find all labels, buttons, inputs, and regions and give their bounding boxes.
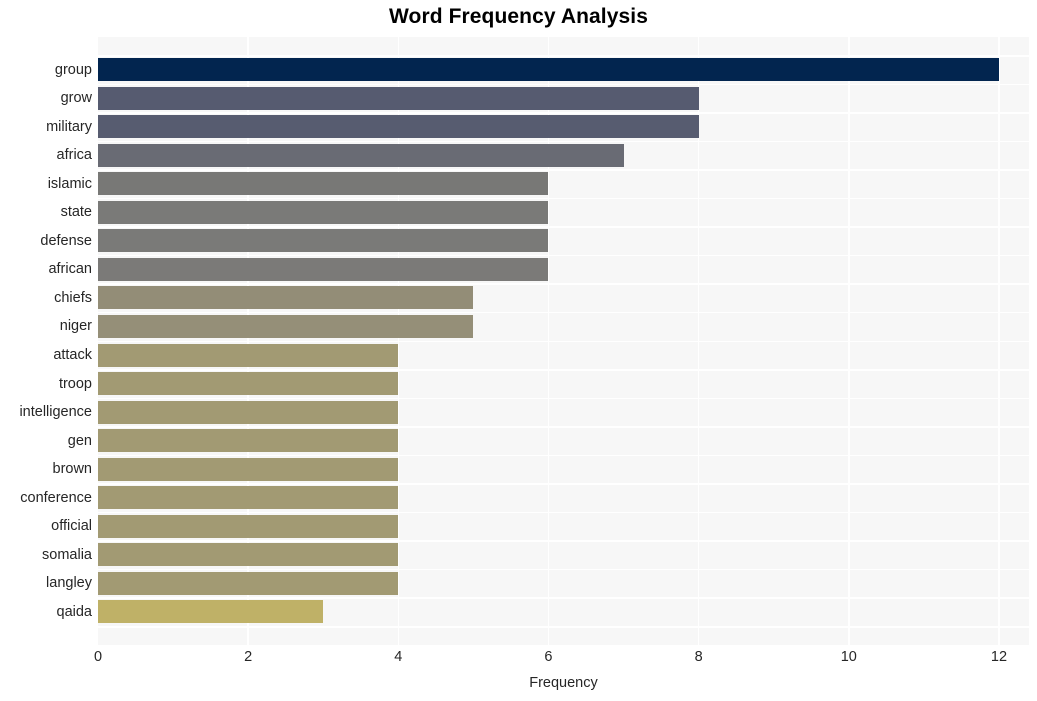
y-tick-label-state: state [60, 204, 92, 221]
x-axis-title: Frequency [529, 675, 598, 691]
y-tick-label-somalia: somalia [42, 546, 92, 563]
row-gridline [98, 483, 1029, 485]
bar-conference[interactable] [98, 486, 399, 510]
x-tick-label-12: 12 [990, 649, 1008, 665]
y-axis-tick-labels: group grow military africa islamic state defen… [0, 37, 92, 645]
row-gridline [98, 397, 1029, 400]
x-tick-label-0: 0 [93, 649, 103, 665]
y-tick-label-african: african [48, 261, 92, 278]
bar-group[interactable] [98, 58, 999, 81]
x-tick-label-10: 10 [840, 649, 857, 665]
row-gridline [98, 626, 1029, 628]
y-tick-label-langley: langley [46, 575, 92, 592]
x-tick-label-6: 6 [544, 649, 553, 665]
row-gridline [98, 112, 1029, 114]
y-tick-label-attack: attack [53, 347, 92, 363]
row-gridline [98, 254, 1029, 257]
y-tick-label-military: military [46, 118, 92, 135]
bar-troop[interactable] [98, 372, 399, 396]
y-tick-label-brown: brown [52, 461, 93, 478]
row-gridline [98, 226, 1029, 228]
row-gridline [98, 369, 1029, 371]
row-gridline [98, 311, 1029, 314]
y-tick-label-conference: conference [20, 489, 92, 506]
bar-niger[interactable] [98, 314, 474, 338]
bar-attack[interactable] [98, 343, 399, 367]
row-gridline [98, 283, 1029, 285]
row-gridline [98, 197, 1029, 200]
bar-islamic[interactable] [98, 172, 549, 196]
x-tick-label-2: 2 [244, 649, 253, 665]
bar-africa[interactable] [98, 143, 624, 167]
row-gridline [98, 568, 1029, 571]
y-tick-label-defense: defense [40, 232, 92, 249]
y-tick-label-qaida: qaida [56, 603, 92, 620]
y-tick-label-group: group [54, 61, 92, 78]
y-tick-label-gen: gen [67, 432, 92, 449]
bar-defense[interactable] [98, 229, 549, 253]
row-gridline [98, 426, 1029, 428]
row-gridline [98, 511, 1029, 514]
row-gridline [98, 55, 1029, 57]
bar-gen[interactable] [98, 429, 399, 453]
row-gridline [98, 83, 1029, 86]
x-tick-label-4: 4 [394, 649, 403, 665]
chart-title: Word Frequency Analysis [388, 5, 649, 28]
row-gridline [98, 540, 1029, 542]
y-tick-label-intelligence: intelligence [19, 404, 92, 421]
y-tick-label-africa: africa [56, 147, 92, 164]
bar-brown[interactable] [98, 457, 399, 481]
plot-area [98, 37, 1029, 645]
row-gridline [98, 340, 1029, 342]
y-tick-label-official: official [51, 518, 92, 535]
bar-somalia[interactable] [98, 543, 399, 567]
y-tick-label-islamic: islamic [47, 175, 92, 192]
bar-langley[interactable] [98, 571, 399, 595]
bar-chiefs[interactable] [98, 286, 474, 310]
bar-african[interactable] [98, 257, 549, 281]
bar-state[interactable] [98, 200, 549, 224]
x-axis-tick-labels: 0 2 4 6 8 10 12 [94, 649, 1029, 672]
y-tick-label-niger: niger [59, 318, 92, 335]
x-tick-label-8: 8 [694, 649, 703, 665]
y-tick-label-troop: troop [58, 375, 92, 392]
row-gridline [98, 140, 1029, 143]
row-gridline [98, 169, 1029, 171]
bar-intelligence[interactable] [98, 400, 399, 424]
bar-military[interactable] [98, 115, 699, 139]
row-gridline [98, 454, 1029, 457]
row-gridline [98, 597, 1029, 599]
y-tick-label-chiefs: chiefs [54, 289, 92, 306]
bar-grow[interactable] [98, 86, 699, 110]
bar-official[interactable] [98, 514, 399, 538]
y-tick-label-grow: grow [60, 90, 92, 107]
bar-qaida[interactable] [98, 600, 324, 624]
word-frequency-chart: Word Frequency Analysis group grow militar… [0, 0, 1037, 701]
